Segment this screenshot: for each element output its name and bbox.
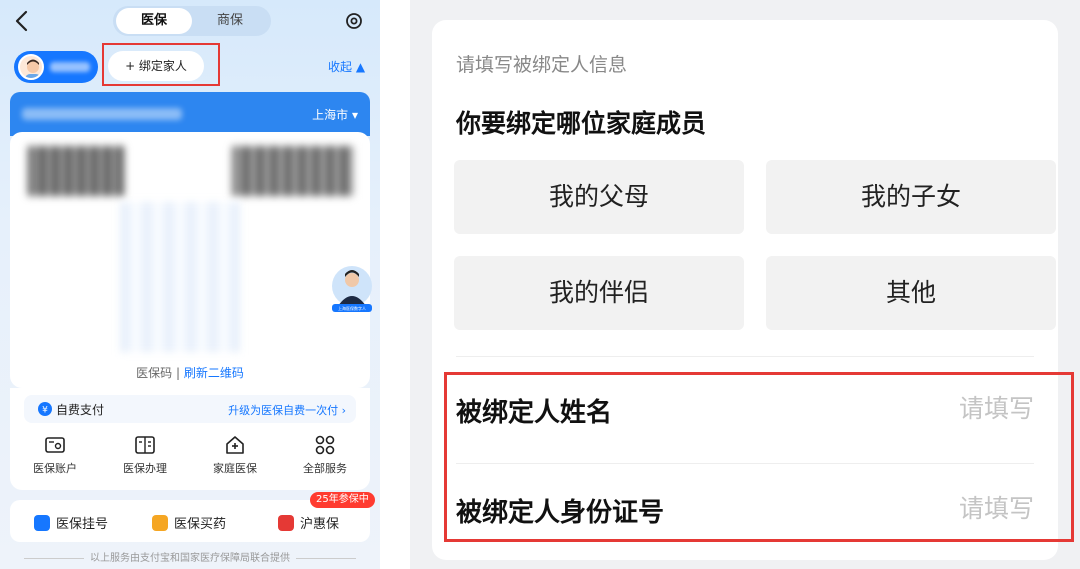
collapse-button[interactable]: 收起 ▲: [328, 58, 365, 75]
fields-highlight-box: [444, 372, 1074, 542]
option-other[interactable]: 其他: [766, 256, 1056, 330]
digital-person-icon[interactable]: 上海医保数字人: [330, 262, 374, 312]
tab-medical-insurance[interactable]: 医保: [116, 8, 192, 34]
divider: [456, 356, 1034, 357]
huhuibao-icon: [278, 515, 294, 531]
qr-caption-label: 医保码 |: [136, 366, 180, 380]
qr-redacted-center: [120, 202, 240, 352]
quick-buy-medicine[interactable]: 医保买药: [152, 513, 226, 532]
service-label: 医保办理: [123, 462, 167, 475]
self-pay-icon: ¥: [38, 402, 52, 416]
avatar: [18, 54, 44, 80]
quick-registration[interactable]: 医保挂号: [34, 513, 108, 532]
refresh-qr-link[interactable]: 刷新二维码: [184, 366, 244, 380]
quick-label: 沪惠保: [300, 517, 340, 532]
form-hint: 请填写被绑定人信息: [456, 54, 628, 76]
tab-commercial-insurance[interactable]: 商保: [192, 8, 268, 34]
status-badge: 25年参保中: [310, 492, 375, 508]
service-all[interactable]: 全部服务: [280, 434, 370, 476]
option-children[interactable]: 我的子女: [766, 160, 1056, 234]
handling-doc-icon: [135, 436, 155, 454]
digital-person-caption: 上海医保数字人: [338, 305, 366, 311]
qr-redacted-left: [28, 146, 124, 196]
quick-huhuibao[interactable]: 沪惠保: [278, 513, 339, 532]
svg-text:¥: ¥: [42, 406, 48, 416]
bind-family-highlight-box: [102, 43, 220, 86]
grid-icon: [315, 435, 335, 455]
service-label: 家庭医保: [213, 462, 257, 475]
service-label: 全部服务: [303, 462, 347, 475]
qr-caption: 医保码 | 刷新二维码: [10, 364, 370, 381]
option-parents[interactable]: 我的父母: [454, 160, 744, 234]
self-pay-row[interactable]: ¥ 自费支付 升级为医保自费一次付 ›: [24, 395, 356, 423]
bind-family-form-screen: 请填写被绑定人信息 你要绑定哪位家庭成员 我的父母 我的子女 我的伴侣 其他 被…: [410, 0, 1080, 569]
insurance-card-header: 上海市 ▾: [10, 92, 370, 136]
settings-icon[interactable]: [344, 11, 364, 31]
service-label: 医保账户: [33, 462, 77, 475]
self-pay-label: 自费支付: [56, 403, 105, 417]
current-user-pill[interactable]: [14, 51, 98, 83]
city-selector[interactable]: 上海市 ▾: [312, 106, 358, 123]
service-family-insurance[interactable]: 家庭医保: [190, 434, 280, 476]
option-partner[interactable]: 我的伴侣: [454, 256, 744, 330]
quick-label: 医保挂号: [56, 517, 109, 532]
qr-code-card: 医保码 | 刷新二维码: [10, 132, 370, 388]
back-arrow-icon[interactable]: [12, 9, 32, 33]
family-house-icon: [226, 436, 244, 454]
account-card-icon: [45, 437, 65, 453]
insurance-phone-screen: 医保 商保 + 绑定家人 收起 ▲ 上海市 ▾ 医保码 | 刷新二维码 上海医保…: [0, 0, 380, 569]
top-bar: 医保 商保: [0, 0, 380, 44]
service-medical-account[interactable]: 医保账户: [10, 434, 100, 476]
quick-label: 医保买药: [174, 517, 227, 532]
medicine-icon: [152, 515, 168, 531]
footnote: 以上服务由支付宝和国家医疗保障局联合提供: [0, 549, 380, 564]
avatar-face-icon: [25, 59, 41, 78]
insurance-type-switch: 医保 商保: [113, 6, 271, 36]
user-name-redacted: [50, 62, 90, 72]
qr-redacted-right: [232, 146, 354, 196]
form-question: 你要绑定哪位家庭成员: [456, 109, 707, 138]
self-pay-label-wrap: ¥ 自费支付: [38, 401, 104, 418]
footnote-text: 以上服务由支付宝和国家医疗保障局联合提供: [90, 553, 290, 564]
registration-icon: [34, 515, 50, 531]
service-medical-handling[interactable]: 医保办理: [100, 434, 190, 476]
card-holder-redacted: [22, 108, 182, 120]
upgrade-self-pay-link[interactable]: 升级为医保自费一次付 ›: [228, 402, 346, 418]
